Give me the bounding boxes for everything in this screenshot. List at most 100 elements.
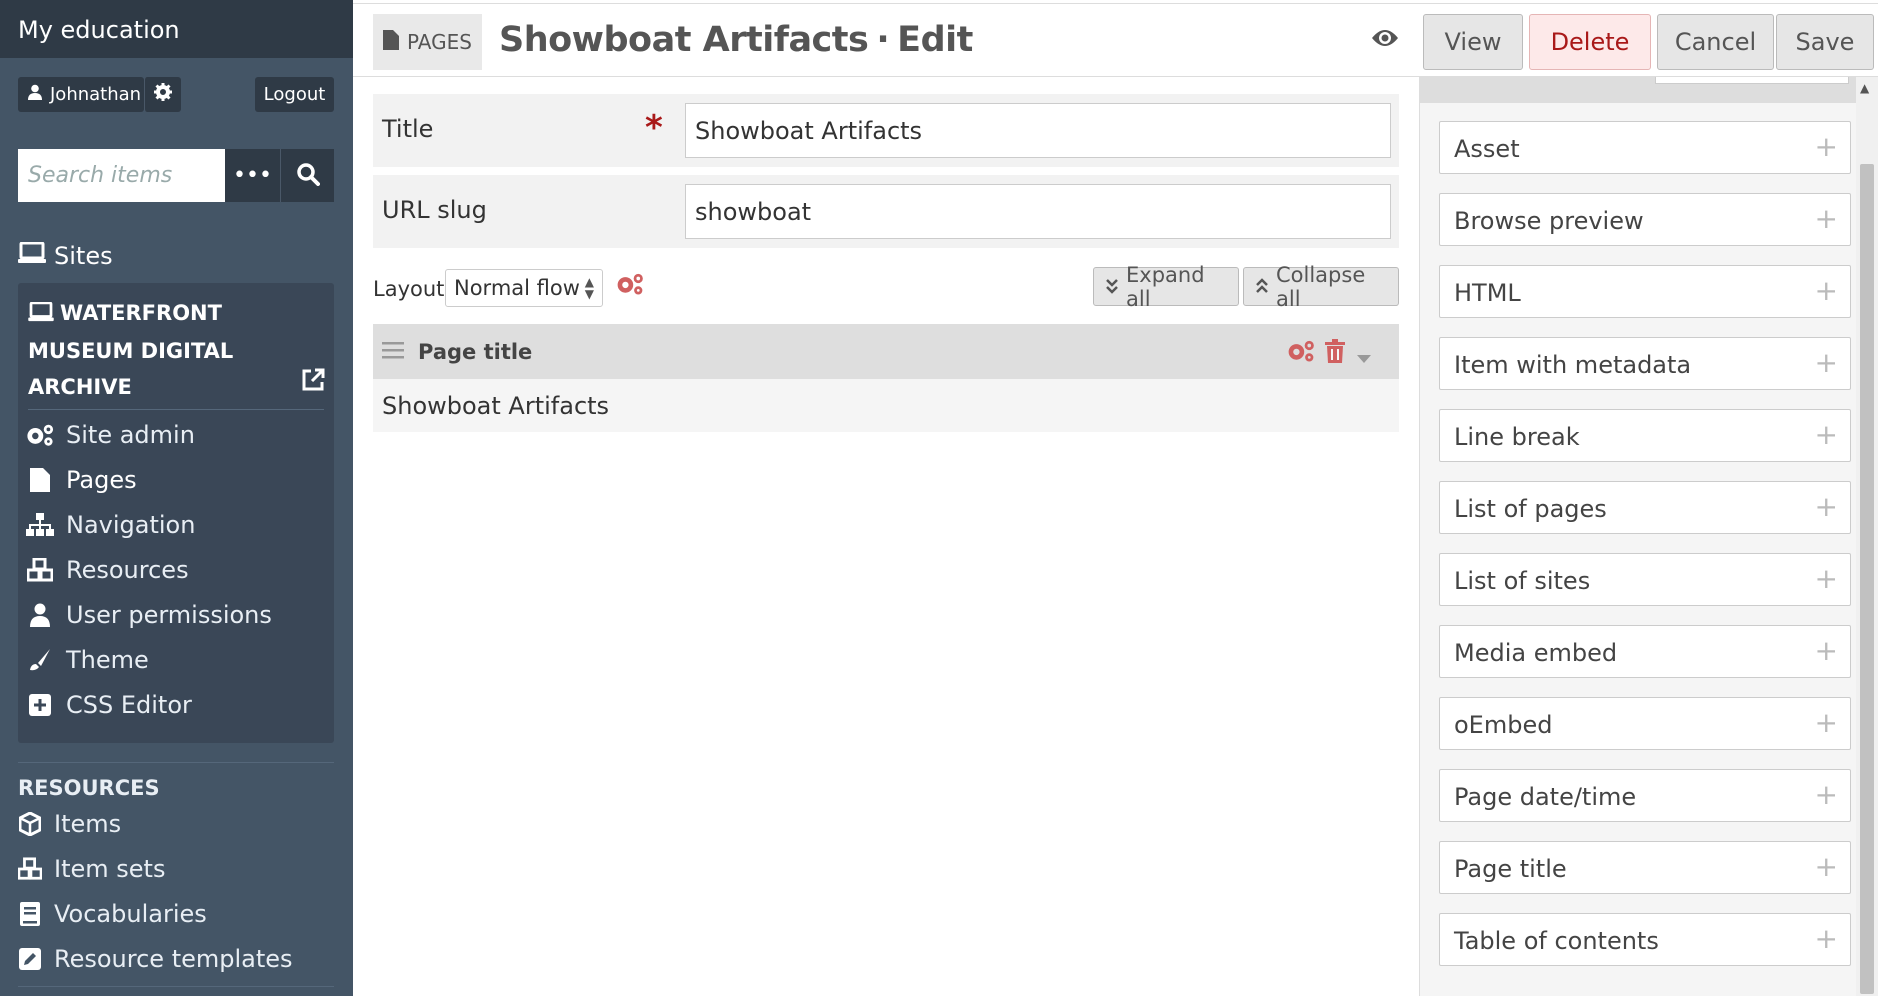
page-mode: Edit: [897, 20, 973, 60]
title-separator: ·: [876, 20, 890, 60]
nav-vocabularies[interactable]: Vocabularies: [18, 900, 207, 928]
trash-icon[interactable]: [1325, 339, 1345, 367]
delete-button[interactable]: Delete: [1529, 14, 1651, 70]
gears-icon: [26, 423, 54, 447]
title-input[interactable]: [685, 103, 1391, 158]
nav-resource-templates[interactable]: Resource templates: [18, 945, 293, 973]
add-block-table-of-contents[interactable]: Table of contents +: [1439, 913, 1851, 966]
layout-select[interactable]: Normal flow ▲ ▼: [445, 269, 603, 307]
section-badge-label: PAGES: [407, 30, 472, 54]
plus-icon: +: [1814, 634, 1838, 667]
site-nav-css-editor[interactable]: CSS Editor: [26, 691, 192, 719]
nav-label: Vocabularies: [54, 900, 207, 928]
block-item-label: Line break: [1454, 423, 1580, 451]
plus-square-icon: [26, 694, 54, 716]
site-nav-navigation[interactable]: Navigation: [26, 511, 195, 539]
add-block-oembed[interactable]: oEmbed +: [1439, 697, 1851, 750]
cancel-button[interactable]: Cancel: [1657, 14, 1774, 70]
slug-input[interactable]: [685, 184, 1391, 239]
scrollbar-thumb[interactable]: [1860, 164, 1874, 994]
add-block-media-embed[interactable]: Media embed +: [1439, 625, 1851, 678]
add-block-page-title[interactable]: Page title +: [1439, 841, 1851, 894]
nav-label: Item sets: [54, 855, 166, 883]
section-badge: PAGES: [373, 14, 482, 70]
add-block-line-break[interactable]: Line break +: [1439, 409, 1851, 462]
search-input[interactable]: [18, 149, 225, 202]
laptop-icon: [18, 241, 46, 270]
add-block-list-of-sites[interactable]: List of sites +: [1439, 553, 1851, 606]
add-block-page-date-time[interactable]: Page date/time +: [1439, 769, 1851, 822]
layout-select-value: Normal flow: [454, 276, 580, 300]
site-nav-resources[interactable]: Resources: [26, 556, 189, 584]
block-configure-icon[interactable]: [1287, 340, 1315, 366]
add-block-asset[interactable]: Asset +: [1439, 121, 1851, 174]
expand-all-label: Expand all: [1126, 262, 1205, 311]
plus-icon: +: [1814, 202, 1838, 235]
divider: [28, 409, 324, 410]
site-name-link[interactable]: WATERFRONT MUSEUM DIGITAL ARCHIVE: [28, 295, 288, 405]
nav-label: Items: [54, 810, 122, 838]
sites-link[interactable]: Sites: [18, 241, 113, 270]
external-link-icon[interactable]: [300, 367, 326, 397]
caret-down-icon[interactable]: [1357, 348, 1371, 367]
site-nav-site-admin[interactable]: Site admin: [26, 421, 195, 449]
site-nav-theme[interactable]: Theme: [26, 646, 149, 674]
nav-items[interactable]: Items: [18, 810, 121, 838]
divider: [18, 986, 334, 987]
sidebar: My education Johnathan Logout ••• Sites …: [0, 0, 353, 996]
nav-item-sets[interactable]: Item sets: [18, 855, 165, 883]
site-name: WATERFRONT MUSEUM DIGITAL ARCHIVE: [28, 301, 234, 399]
search-icon: [296, 162, 320, 190]
slug-field-row: URL slug: [373, 175, 1399, 248]
logout-button[interactable]: Logout: [255, 77, 334, 112]
add-block-item-with-metadata[interactable]: Item with metadata +: [1439, 337, 1851, 390]
advanced-search-button[interactable]: •••: [225, 149, 280, 202]
block-item-label: Browse preview: [1454, 207, 1644, 235]
panel-scrollbar[interactable]: ▲: [1856, 77, 1878, 996]
divider: [18, 762, 334, 763]
user-settings-button[interactable]: [144, 77, 181, 112]
sites-heading-label: Sites: [54, 242, 113, 270]
select-arrows-icon: ▲ ▼: [584, 275, 594, 301]
page-block: Page title Showboat Artifacts: [373, 324, 1399, 432]
required-marker: *: [645, 108, 663, 148]
user-menu-button[interactable]: Johnathan: [18, 77, 144, 112]
search-button[interactable]: [280, 149, 334, 202]
site-nav-pages[interactable]: Pages: [26, 466, 137, 494]
block-header: Page title: [373, 324, 1399, 379]
page-header: PAGES Showboat Artifacts · Edit View Delet…: [353, 4, 1878, 77]
page-name: Showboat Artifacts: [499, 20, 869, 60]
scroll-up-icon[interactable]: ▲: [1860, 81, 1869, 95]
block-content: Showboat Artifacts: [382, 392, 610, 420]
drag-handle-icon[interactable]: [382, 341, 404, 363]
collapse-all-label: Collapse all: [1276, 262, 1366, 311]
collapse-all-button[interactable]: Collapse all: [1243, 263, 1399, 311]
block-title: Page title: [418, 340, 533, 364]
site-nav-label: Navigation: [66, 511, 196, 539]
site-nav-user-permissions[interactable]: User permissions: [26, 601, 272, 629]
block-item-label: List of sites: [1454, 567, 1591, 595]
site-nav-label: Site admin: [66, 421, 195, 449]
brand-link[interactable]: My education: [0, 0, 353, 58]
user-icon: [26, 603, 54, 627]
plus-icon: +: [1814, 706, 1838, 739]
eye-icon[interactable]: [1371, 28, 1399, 52]
layout-configure-icon[interactable]: [616, 273, 644, 299]
site-nav-label: User permissions: [66, 601, 272, 629]
add-block-list-of-pages[interactable]: List of pages +: [1439, 481, 1851, 534]
edit-icon: [18, 948, 42, 970]
chevrons-down-icon: [1106, 275, 1118, 299]
site-nav-label: CSS Editor: [66, 691, 192, 719]
title-field-row: Title *: [373, 94, 1399, 167]
block-item-label: Item with metadata: [1454, 351, 1692, 379]
expand-all-button[interactable]: Expand all: [1093, 263, 1239, 311]
laptop-icon: [28, 297, 54, 333]
cubes-icon: [18, 857, 42, 881]
view-button[interactable]: View: [1423, 14, 1523, 70]
book-icon: [18, 902, 42, 926]
save-button[interactable]: Save: [1776, 14, 1874, 70]
block-item-label: Asset: [1454, 135, 1520, 163]
add-block-browse-preview[interactable]: Browse preview +: [1439, 193, 1851, 246]
plus-icon: +: [1814, 490, 1838, 523]
add-block-html[interactable]: HTML +: [1439, 265, 1851, 318]
